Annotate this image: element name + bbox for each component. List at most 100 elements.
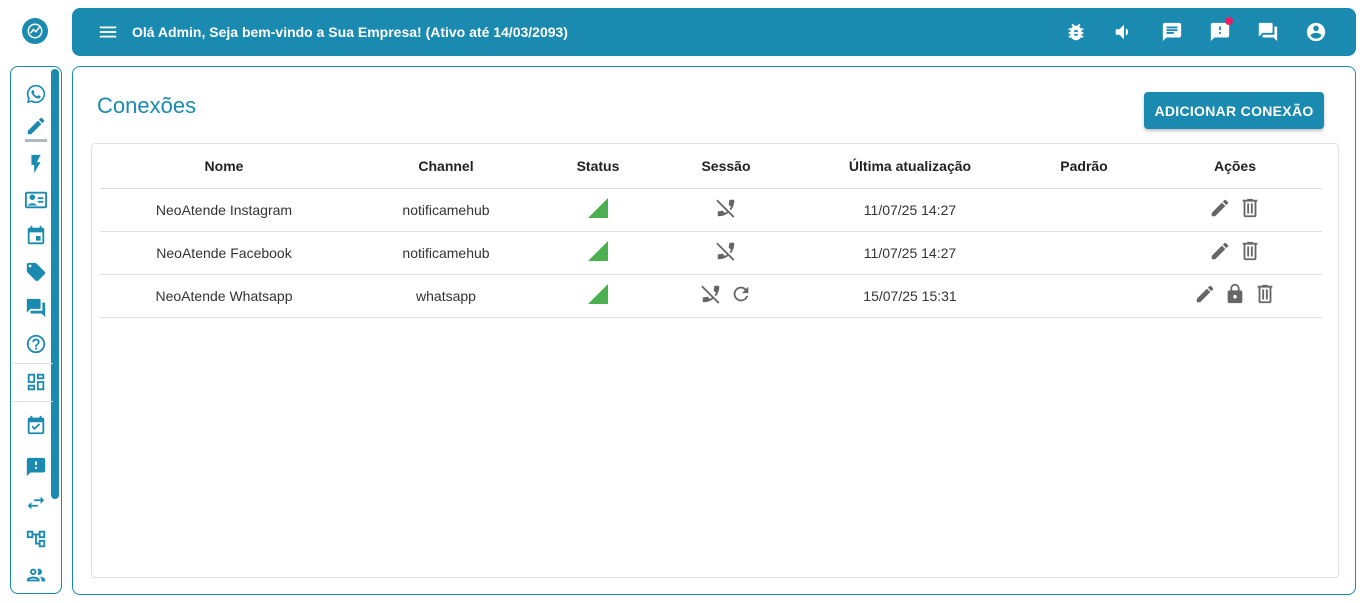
connections-table-card: Nome Channel Status Sessão Última atuali… — [91, 143, 1339, 578]
calendar-icon — [27, 225, 45, 245]
feedback-icon — [26, 457, 46, 477]
menu-icon — [99, 26, 117, 38]
connection-session — [652, 274, 800, 318]
sidebar-scrollbar[interactable] — [51, 69, 59, 499]
lock-connection-button[interactable] — [1224, 283, 1246, 305]
volume-button[interactable] — [1100, 8, 1148, 56]
sidebar-item-transfers[interactable] — [23, 490, 49, 516]
app-logo — [22, 18, 48, 44]
sidebar-item-flow[interactable] — [23, 526, 49, 552]
connection-session — [652, 188, 800, 232]
column-header-status: Status — [544, 144, 652, 189]
column-header-actions: Ações — [1148, 144, 1322, 189]
connection-name: NeoAtende Instagram — [100, 188, 348, 232]
table-row: NeoAtende Instagram notificamehub 11/07/… — [100, 188, 1322, 232]
connection-status — [544, 188, 652, 232]
delete-connection-button[interactable] — [1239, 197, 1261, 219]
whatsapp-icon — [26, 84, 46, 104]
signal-connected-icon — [588, 198, 608, 218]
edit-connection-button[interactable] — [1209, 197, 1231, 219]
top-bar: Olá Admin, Seja bem-vindo a Sua Empresa!… — [72, 8, 1356, 56]
edit-connection-button[interactable] — [1194, 283, 1216, 305]
sidebar-item-dashboard[interactable] — [23, 369, 49, 395]
column-header-name: Nome — [100, 144, 348, 189]
phone-disabled-icon — [701, 285, 720, 304]
table-row: NeoAtende Facebook notificamehub 11/07/2… — [100, 231, 1322, 275]
flow-icon — [26, 530, 46, 548]
forum-button[interactable] — [1244, 8, 1292, 56]
help-icon — [26, 334, 46, 354]
disconnect-session-button[interactable] — [700, 283, 722, 305]
sidebar-item-announcements[interactable] — [23, 454, 49, 480]
signal-connected-icon — [588, 284, 608, 304]
chat-notes-button[interactable] — [1148, 8, 1196, 56]
chat-note-icon — [1162, 22, 1182, 42]
connection-session — [652, 231, 800, 275]
connection-last-update: 11/07/25 14:27 — [800, 188, 1020, 232]
account-icon — [1306, 22, 1326, 42]
connection-actions — [1148, 188, 1322, 232]
column-header-session: Sessão — [652, 144, 800, 189]
main-panel: Conexões ADICIONAR CONEXÃO Nome Channel … — [72, 66, 1356, 595]
connection-name: NeoAtende Whatsapp — [100, 274, 348, 318]
sidebar-item-internal-chat[interactable] — [23, 295, 49, 321]
sidebar-item-users[interactable] — [23, 562, 49, 588]
trash-icon — [1257, 284, 1273, 304]
sidebar-divider — [13, 363, 53, 364]
phone-disabled-icon — [716, 242, 735, 261]
bug-button[interactable] — [1052, 8, 1100, 56]
trash-icon — [1242, 241, 1258, 261]
notification-badge — [1225, 17, 1233, 25]
column-header-last-update: Última atualização — [800, 144, 1020, 189]
connection-actions — [1148, 274, 1322, 318]
connection-channel: whatsapp — [348, 274, 544, 318]
table-header-row: Nome Channel Status Sessão Última atuali… — [100, 144, 1322, 189]
phone-disabled-icon — [716, 199, 735, 218]
sidebar-active-indicator — [25, 139, 47, 142]
sidebar-item-contacts[interactable] — [23, 187, 49, 213]
sidebar-divider — [13, 401, 53, 402]
connection-default — [1020, 231, 1148, 275]
connection-actions — [1148, 231, 1322, 275]
connection-last-update: 11/07/25 14:27 — [800, 231, 1020, 275]
swap-icon — [27, 496, 45, 510]
event-check-icon — [27, 415, 45, 435]
signal-connected-icon — [588, 241, 608, 261]
sidebar — [10, 66, 62, 594]
edit-icon — [1211, 199, 1229, 217]
connection-channel: notificamehub — [348, 231, 544, 275]
connection-name: NeoAtende Facebook — [100, 231, 348, 275]
alerts-button[interactable] — [1196, 8, 1244, 56]
restart-session-button[interactable] — [730, 283, 752, 305]
add-connection-button[interactable]: ADICIONAR CONEXÃO — [1144, 92, 1324, 129]
sidebar-item-edit[interactable] — [23, 113, 49, 139]
delete-connection-button[interactable] — [1239, 240, 1261, 262]
menu-toggle-button[interactable] — [96, 20, 120, 44]
connection-channel: notificamehub — [348, 188, 544, 232]
connection-status — [544, 274, 652, 318]
edit-connection-button[interactable] — [1209, 240, 1231, 262]
greeting-text: Olá Admin, Seja bem-vindo a Sua Empresa!… — [132, 24, 568, 40]
sidebar-item-whatsapp[interactable] — [23, 81, 49, 107]
sidebar-item-quick-messages[interactable] — [23, 151, 49, 177]
sidebar-item-tags[interactable] — [23, 259, 49, 285]
users-icon — [26, 568, 46, 582]
sidebar-item-schedules[interactable] — [23, 223, 49, 249]
connection-last-update: 15/07/25 15:31 — [800, 274, 1020, 318]
forum-icon — [1258, 22, 1278, 42]
dashboard-icon — [27, 373, 45, 391]
edit-icon — [1196, 285, 1214, 303]
disconnect-session-button[interactable] — [715, 240, 737, 262]
sidebar-item-tasks[interactable] — [23, 412, 49, 438]
lock-icon — [1227, 283, 1243, 304]
delete-connection-button[interactable] — [1254, 283, 1276, 305]
connection-default — [1020, 274, 1148, 318]
bug-icon — [1068, 23, 1084, 41]
table-row: NeoAtende Whatsapp whatsapp 15/07/25 15:… — [100, 274, 1322, 318]
tag-icon — [26, 262, 46, 282]
disconnect-session-button[interactable] — [715, 197, 737, 219]
page-title: Conexões — [97, 93, 197, 118]
sidebar-item-help[interactable] — [23, 331, 49, 357]
column-header-channel: Channel — [348, 144, 544, 189]
account-button[interactable] — [1292, 8, 1340, 56]
